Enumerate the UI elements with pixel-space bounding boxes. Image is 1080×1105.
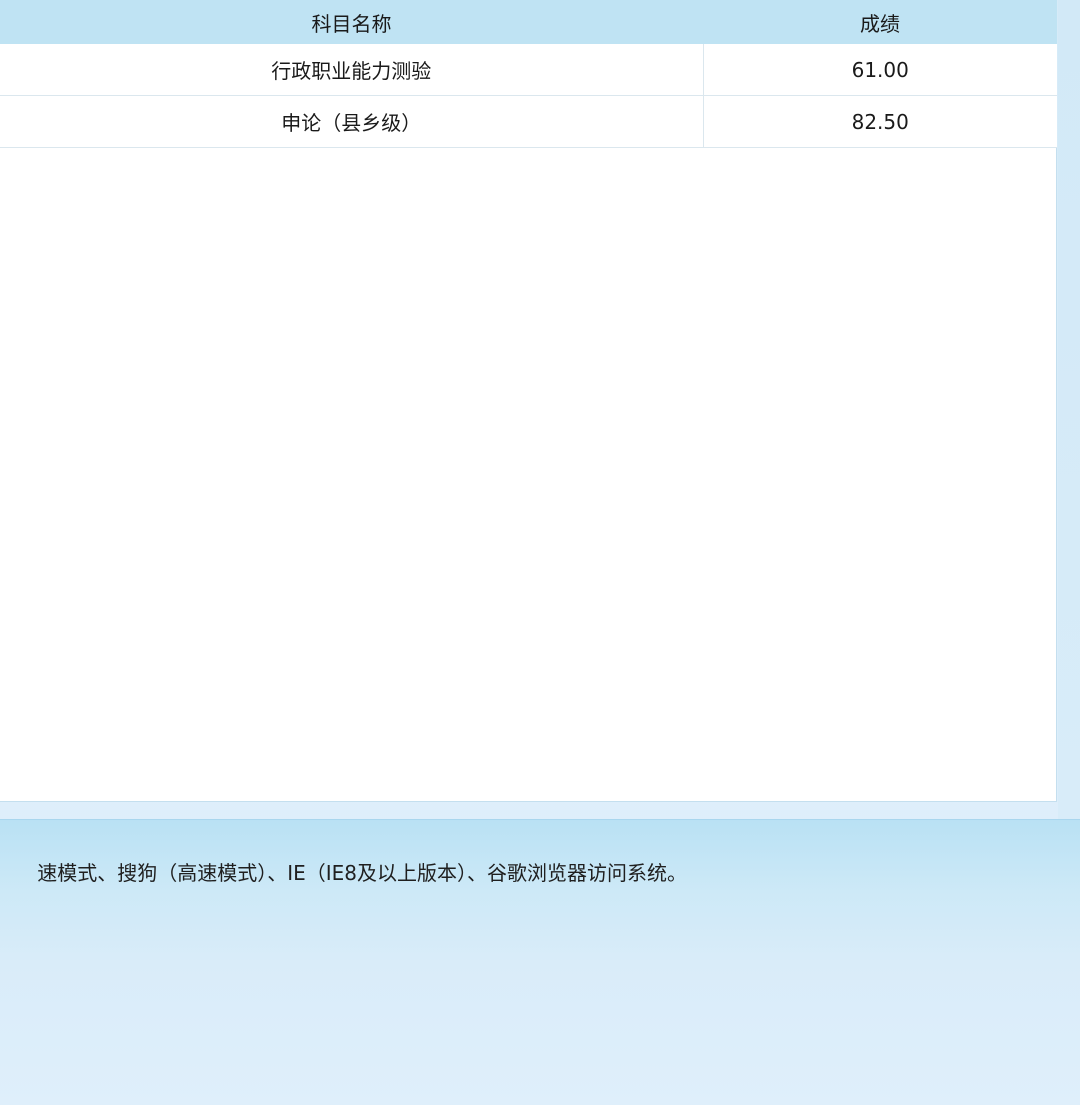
subject-cell: 申论（县乡级） [0, 95, 703, 148]
subject-cell: 行政职业能力测验 [0, 44, 703, 96]
score-cell: 61.00 [702, 44, 1057, 96]
table-row: 行政职业能力测验 61.00 [0, 44, 1057, 96]
browser-compatibility-notice: 速模式、搜狗（高速模式）、IE（IE8及以上版本）、谷歌浏览器访问系统。 [37, 861, 687, 885]
column-header-score: 成绩 [703, 0, 1057, 44]
column-header-subject: 科目名称 [0, 0, 703, 44]
score-panel: 科目名称 成绩 行政职业能力测验 61.00 申论（县乡级） 82.50 [0, 0, 1057, 802]
table-header-row: 科目名称 成绩 [0, 0, 1057, 44]
table-row: 申论（县乡级） 82.50 [0, 95, 1057, 148]
score-table: 科目名称 成绩 行政职业能力测验 61.00 申论（县乡级） 82.50 [0, 0, 1057, 148]
score-cell: 82.50 [702, 95, 1057, 148]
page-background-strip [1058, 0, 1080, 820]
